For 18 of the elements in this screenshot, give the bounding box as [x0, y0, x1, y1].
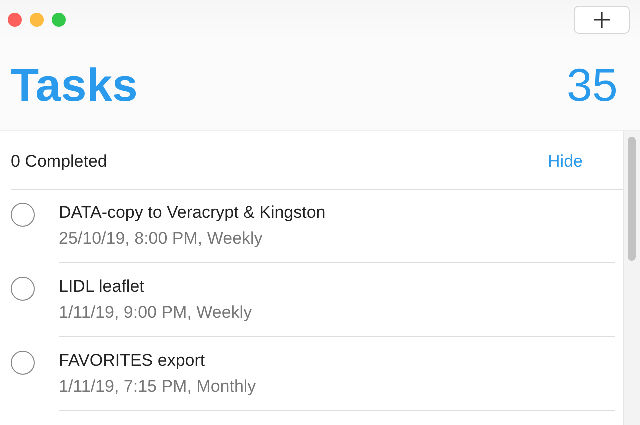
task-title: FAVORITES export	[59, 351, 206, 371]
hide-link[interactable]: Hide	[548, 152, 583, 172]
task-due-date: 1/11/19, 7:15 PM, Monthly	[59, 377, 258, 397]
task-count: 35	[566, 58, 618, 112]
task-due-date: 25/10/19, 8:00 PM, Weekly	[59, 229, 264, 249]
completed-count: 0 Completed	[11, 152, 108, 172]
window-control-button[interactable]	[52, 13, 66, 27]
task-due-date: 1/11/19, 9:00 PM, Weekly	[59, 303, 254, 323]
task-checkbox[interactable]	[11, 277, 35, 301]
window-control-button[interactable]	[8, 13, 22, 27]
scrollbar[interactable]	[623, 131, 640, 425]
task-title: LIDL leaflet	[59, 277, 146, 297]
task-checkbox[interactable]	[11, 203, 35, 227]
add-button[interactable]	[574, 6, 630, 34]
task-title: DATA-copy to Veracrypt & Kingston	[59, 203, 327, 223]
list-title: Tasks	[11, 58, 138, 112]
task-checkbox[interactable]	[11, 351, 35, 375]
plus-icon	[593, 11, 611, 29]
